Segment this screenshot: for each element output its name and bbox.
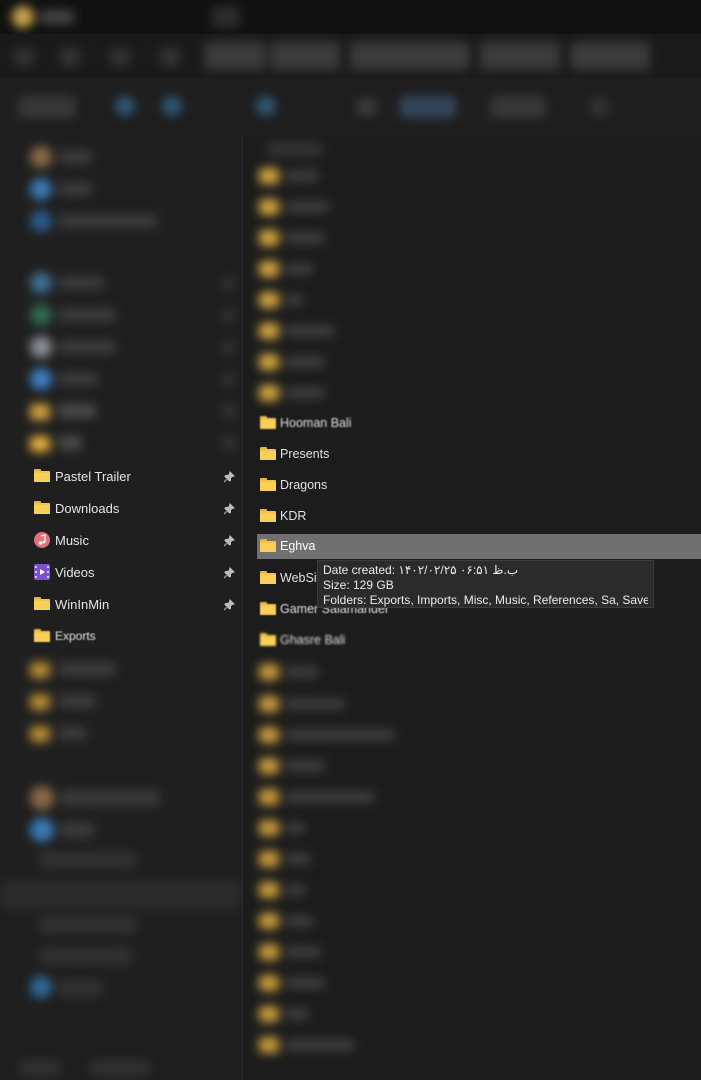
videos-icon [34, 564, 50, 580]
navigation-pane: Pastel Trailer Downloads Music Videos Wi… [0, 136, 242, 1080]
folder-icon [34, 629, 50, 645]
folder-icon [260, 447, 276, 461]
folder-row[interactable]: Ghasre Bali [257, 626, 701, 656]
folder-icon [34, 469, 50, 485]
sidebar-item-label: WinInMin [55, 597, 110, 612]
sidebar-item-label: Music [55, 533, 89, 548]
sidebar-item-label: Exports [55, 629, 96, 643]
folder-info-tooltip: Date created: ۱۴۰۲/۰۲/۲۵ ب.ظ ۰۶:۵۱ Size:… [317, 560, 654, 608]
folder-name: Eghva [280, 539, 316, 553]
sidebar-item-pastel-trailer[interactable]: Pastel Trailer [0, 461, 242, 491]
folder-name: KDR [280, 509, 307, 523]
folder-name: Hooman Bali [280, 416, 352, 430]
title-bar [0, 0, 701, 34]
sidebar-item-label: Pastel Trailer [55, 469, 131, 484]
folder-row[interactable]: KDR [257, 502, 701, 532]
folder-icon [260, 416, 276, 430]
tooltip-folders: Folders: Exports, Imports, Misc, Music, … [323, 593, 648, 607]
folder-name: WebSit [280, 571, 321, 585]
sidebar-item-downloads[interactable]: Downloads [0, 493, 242, 523]
pin-icon [223, 502, 235, 515]
folder-icon [34, 597, 50, 613]
sidebar-item-music[interactable]: Music [0, 525, 242, 555]
file-list: Hooman Bali Presents Dragons KDR Eghva W… [243, 136, 701, 1080]
music-icon [34, 532, 50, 548]
sidebar-item-label: Downloads [55, 501, 120, 516]
folder-row[interactable]: Hooman Bali [257, 409, 701, 439]
sidebar-item-exports[interactable]: Exports [0, 621, 242, 651]
folder-icon [260, 602, 276, 616]
tooltip-date-created: Date created: ۱۴۰۲/۰۲/۲۵ ب.ظ ۰۶:۵۱ [323, 563, 519, 577]
sidebar-item-videos[interactable]: Videos [0, 557, 242, 587]
pin-icon [223, 598, 235, 611]
folder-name: Dragons [280, 478, 328, 492]
sidebar-item-label: Videos [55, 565, 95, 580]
pin-icon [223, 534, 235, 547]
command-bar [0, 78, 701, 137]
folder-icon [260, 478, 276, 492]
folder-name: Ghasre Bali [280, 633, 346, 647]
folder-icon [260, 509, 276, 523]
folder-row[interactable]: Presents [257, 440, 701, 470]
folder-icon [34, 501, 50, 517]
folder-icon [260, 571, 276, 585]
navigation-toolbar [0, 34, 701, 78]
tooltip-size: Size: 129 GB [323, 578, 394, 592]
folder-row[interactable]: Dragons [257, 471, 701, 501]
pin-icon [223, 566, 235, 579]
folder-name: Presents [280, 447, 330, 461]
pin-icon [223, 470, 235, 483]
folder-icon [260, 633, 276, 647]
folder-icon [260, 539, 276, 553]
sidebar-item-wininmin[interactable]: WinInMin [0, 589, 242, 619]
folder-row-selected[interactable]: Eghva [257, 534, 701, 559]
